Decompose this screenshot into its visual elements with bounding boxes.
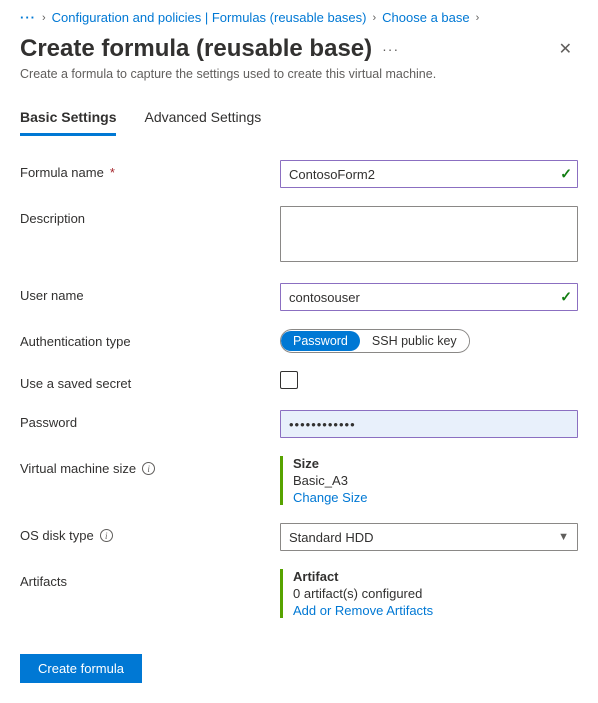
password-label: Password xyxy=(20,410,280,430)
create-formula-button[interactable]: Create formula xyxy=(20,654,142,683)
breadcrumb-link-choose-base[interactable]: Choose a base xyxy=(382,10,469,25)
auth-type-password[interactable]: Password xyxy=(281,331,360,351)
saved-secret-checkbox[interactable] xyxy=(280,371,298,389)
required-indicator: * xyxy=(110,165,115,180)
user-name-input[interactable] xyxy=(280,283,578,311)
vm-size-block: Size Basic_A3 Change Size xyxy=(280,456,578,505)
info-icon[interactable]: i xyxy=(100,529,113,542)
artifacts-label: Artifacts xyxy=(20,569,280,589)
tabs: Basic Settings Advanced Settings xyxy=(20,103,578,136)
page-header: Create formula (reusable base) ··· ✕ xyxy=(20,35,578,63)
description-label: Description xyxy=(20,206,280,226)
password-input[interactable] xyxy=(280,410,578,438)
formula-name-label: Formula name* xyxy=(20,160,280,180)
chevron-right-icon: › xyxy=(476,12,480,24)
auth-type-ssh[interactable]: SSH public key xyxy=(360,331,469,351)
os-disk-select[interactable]: Standard HDD ▼ xyxy=(280,523,578,551)
chevron-right-icon: › xyxy=(42,12,46,24)
info-icon[interactable]: i xyxy=(142,462,155,475)
page-subtitle: Create a formula to capture the settings… xyxy=(20,67,578,81)
page-title: Create formula (reusable base) xyxy=(20,35,372,63)
description-input[interactable] xyxy=(280,206,578,262)
auth-type-toggle: Password SSH public key xyxy=(280,329,470,353)
close-icon[interactable]: ✕ xyxy=(553,35,578,63)
tab-advanced-settings[interactable]: Advanced Settings xyxy=(144,103,261,136)
add-remove-artifacts-link[interactable]: Add or Remove Artifacts xyxy=(293,603,433,618)
breadcrumb: ··· › Configuration and policies | Formu… xyxy=(20,10,578,25)
vm-size-heading: Size xyxy=(293,456,578,471)
vm-size-label: Virtual machine size i xyxy=(20,456,280,476)
os-disk-value: Standard HDD xyxy=(289,530,374,545)
breadcrumb-link-config[interactable]: Configuration and policies | Formulas (r… xyxy=(52,10,367,25)
chevron-right-icon: › xyxy=(372,12,376,24)
user-name-label: User name xyxy=(20,283,280,303)
auth-type-label: Authentication type xyxy=(20,329,280,349)
more-actions-icon[interactable]: ··· xyxy=(382,41,399,57)
artifacts-heading: Artifact xyxy=(293,569,578,584)
formula-name-input[interactable] xyxy=(280,160,578,188)
artifacts-block: Artifact 0 artifact(s) configured Add or… xyxy=(280,569,578,618)
os-disk-label: OS disk type i xyxy=(20,523,280,543)
artifacts-value: 0 artifact(s) configured xyxy=(293,586,578,601)
tab-basic-settings[interactable]: Basic Settings xyxy=(20,103,116,136)
chevron-down-icon: ▼ xyxy=(558,531,569,543)
change-size-link[interactable]: Change Size xyxy=(293,490,367,505)
vm-size-value: Basic_A3 xyxy=(293,473,578,488)
breadcrumb-ellipsis[interactable]: ··· xyxy=(20,10,36,25)
saved-secret-label: Use a saved secret xyxy=(20,371,280,391)
